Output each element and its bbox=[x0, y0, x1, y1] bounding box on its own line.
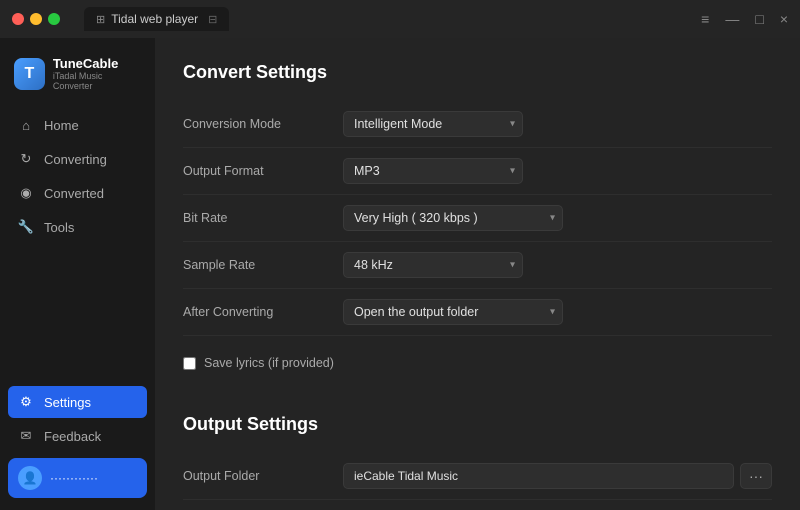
user-name: ············ bbox=[50, 471, 137, 485]
after-converting-row: After Converting Open the output folder … bbox=[183, 289, 772, 336]
bit-rate-control: Very High ( 320 kbps ) High ( 256 kbps )… bbox=[343, 205, 772, 231]
after-converting-wrapper: Open the output folder Do Nothing Shut d… bbox=[343, 299, 563, 325]
output-format-label: Output Format bbox=[183, 164, 343, 178]
user-avatar: 👤 bbox=[18, 466, 42, 490]
titlebar-left: ⊞ Tidal web player ⊟ bbox=[12, 7, 229, 31]
sidebar-item-feedback-label: Feedback bbox=[44, 429, 101, 444]
sidebar-item-home-label: Home bbox=[44, 118, 79, 133]
sidebar-item-home[interactable]: ⌂ Home bbox=[8, 109, 147, 141]
tab-label: Tidal web player bbox=[111, 12, 198, 26]
convert-settings-title: Convert Settings bbox=[183, 62, 772, 83]
sample-rate-wrapper: 48 kHz 44.1 kHz 96 kHz ▾ bbox=[343, 252, 523, 278]
sample-rate-select[interactable]: 48 kHz 44.1 kHz 96 kHz bbox=[343, 252, 523, 278]
tools-icon: 🔧 bbox=[18, 219, 34, 235]
sidebar-item-converted-label: Converted bbox=[44, 186, 104, 201]
menu-icon[interactable]: ≡ bbox=[701, 11, 709, 27]
conversion-mode-select[interactable]: Intelligent Mode Customized Mode bbox=[343, 111, 523, 137]
sidebar: T TuneCable iTadal Music Converter ⌂ Hom… bbox=[0, 38, 155, 510]
main-content: Convert Settings Conversion Mode Intelli… bbox=[155, 38, 800, 510]
conversion-mode-row: Conversion Mode Intelligent Mode Customi… bbox=[183, 101, 772, 148]
sample-rate-row: Sample Rate 48 kHz 44.1 kHz 96 kHz ▾ bbox=[183, 242, 772, 289]
logo-text: TuneCable iTadal Music Converter bbox=[53, 56, 141, 91]
conversion-mode-label: Conversion Mode bbox=[183, 117, 343, 131]
sample-rate-control: 48 kHz 44.1 kHz 96 kHz ▾ bbox=[343, 252, 772, 278]
feedback-icon: ✉ bbox=[18, 428, 34, 444]
sample-rate-label: Sample Rate bbox=[183, 258, 343, 272]
output-format-control: MP3 AAC FLAC WAV AIFF ALAC ▾ bbox=[343, 158, 772, 184]
bit-rate-label: Bit Rate bbox=[183, 211, 343, 225]
sidebar-item-feedback[interactable]: ✉ Feedback bbox=[8, 420, 147, 452]
output-folder-row: Output Folder ··· bbox=[183, 453, 772, 500]
sidebar-item-tools-label: Tools bbox=[44, 220, 74, 235]
app-body: T TuneCable iTadal Music Converter ⌂ Hom… bbox=[0, 38, 800, 510]
output-filename-row: Output File Name Title × Album × bbox=[183, 500, 772, 510]
app-name: TuneCable bbox=[53, 56, 141, 71]
output-folder-label: Output Folder bbox=[183, 469, 343, 483]
save-lyrics-row: Save lyrics (if provided) bbox=[183, 336, 772, 390]
window-controls: ≡ — □ × bbox=[701, 11, 788, 27]
sidebar-item-settings[interactable]: ⚙ Settings bbox=[8, 386, 147, 418]
traffic-lights bbox=[12, 13, 60, 25]
converted-icon: ◉ bbox=[18, 185, 34, 201]
settings-icon: ⚙ bbox=[18, 394, 34, 410]
save-lyrics-checkbox[interactable] bbox=[183, 357, 196, 370]
save-lyrics-checkbox-row: Save lyrics (if provided) bbox=[183, 346, 334, 380]
output-format-row: Output Format MP3 AAC FLAC WAV AIFF ALAC… bbox=[183, 148, 772, 195]
sidebar-item-converting-label: Converting bbox=[44, 152, 107, 167]
sidebar-bottom: ⚙ Settings ✉ Feedback 👤 ············ bbox=[0, 378, 155, 510]
sidebar-nav: ⌂ Home ↻ Converting ◉ Converted 🔧 Tools bbox=[0, 109, 155, 378]
home-icon: ⌂ bbox=[18, 117, 34, 133]
app-subtitle: iTadal Music Converter bbox=[53, 71, 141, 91]
after-converting-control: Open the output folder Do Nothing Shut d… bbox=[343, 299, 772, 325]
bit-rate-select[interactable]: Very High ( 320 kbps ) High ( 256 kbps )… bbox=[343, 205, 563, 231]
converting-icon: ↻ bbox=[18, 151, 34, 167]
close-button[interactable] bbox=[12, 13, 24, 25]
logo-icon: T bbox=[14, 58, 45, 90]
output-folder-control: ··· bbox=[343, 463, 772, 489]
app-logo: T TuneCable iTadal Music Converter bbox=[0, 46, 155, 109]
titlebar: ⊞ Tidal web player ⊟ ≡ — □ × bbox=[0, 0, 800, 38]
conversion-mode-wrapper: Intelligent Mode Customized Mode ▾ bbox=[343, 111, 523, 137]
output-format-wrapper: MP3 AAC FLAC WAV AIFF ALAC ▾ bbox=[343, 158, 523, 184]
output-folder-input[interactable] bbox=[343, 463, 734, 489]
conversion-mode-control: Intelligent Mode Customized Mode ▾ bbox=[343, 111, 772, 137]
maximize-button[interactable] bbox=[48, 13, 60, 25]
output-settings-group: Output Folder ··· Output File Name Title bbox=[183, 453, 772, 510]
output-format-select[interactable]: MP3 AAC FLAC WAV AIFF ALAC bbox=[343, 158, 523, 184]
tab-settings-icon[interactable]: ⊟ bbox=[208, 13, 217, 26]
close-icon[interactable]: × bbox=[780, 11, 788, 27]
sidebar-item-converting[interactable]: ↻ Converting bbox=[8, 143, 147, 175]
output-settings-title: Output Settings bbox=[183, 414, 772, 435]
sidebar-item-tools[interactable]: 🔧 Tools bbox=[8, 211, 147, 243]
folder-input-group: ··· bbox=[343, 463, 772, 489]
tidal-tab[interactable]: ⊞ Tidal web player ⊟ bbox=[84, 7, 229, 31]
convert-settings-group: Conversion Mode Intelligent Mode Customi… bbox=[183, 101, 772, 390]
bit-rate-row: Bit Rate Very High ( 320 kbps ) High ( 2… bbox=[183, 195, 772, 242]
after-converting-select[interactable]: Open the output folder Do Nothing Shut d… bbox=[343, 299, 563, 325]
sidebar-item-converted[interactable]: ◉ Converted bbox=[8, 177, 147, 209]
minimize-button[interactable] bbox=[30, 13, 42, 25]
save-lyrics-label: Save lyrics (if provided) bbox=[204, 356, 334, 370]
tab-icon: ⊞ bbox=[96, 13, 105, 26]
bit-rate-wrapper: Very High ( 320 kbps ) High ( 256 kbps )… bbox=[343, 205, 563, 231]
sidebar-item-settings-label: Settings bbox=[44, 395, 91, 410]
output-folder-browse-button[interactable]: ··· bbox=[740, 463, 772, 489]
minus-icon[interactable]: — bbox=[725, 11, 739, 27]
user-card[interactable]: 👤 ············ bbox=[8, 458, 147, 498]
after-converting-label: After Converting bbox=[183, 305, 343, 319]
square-icon[interactable]: □ bbox=[755, 11, 763, 27]
